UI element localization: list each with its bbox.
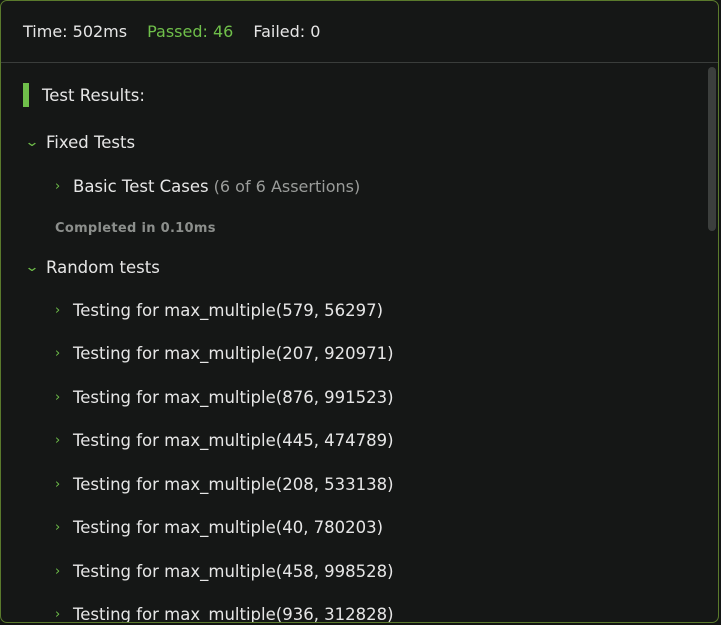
chevron-right-icon: › bbox=[55, 433, 61, 448]
chevron-right-icon: › bbox=[55, 346, 61, 361]
group-label: Fixed Tests bbox=[46, 133, 136, 152]
results-content: Test Results: ⌄ Fixed Tests › Basic Test… bbox=[1, 63, 702, 622]
chevron-down-icon: ⌄ bbox=[24, 135, 40, 150]
test-label: Testing for max_multiple(579, 56297) bbox=[73, 301, 384, 320]
test-basic-test-cases[interactable]: › Basic Test Cases (6 of 6 Assertions) bbox=[55, 177, 360, 196]
test-label: Testing for max_multiple(936, 312828) bbox=[73, 605, 394, 623]
test-label: Testing for max_multiple(207, 920971) bbox=[73, 344, 394, 363]
test-item[interactable]: › Testing for max_multiple(207, 920971) bbox=[55, 344, 394, 363]
chevron-right-icon: › bbox=[55, 179, 61, 194]
test-item[interactable]: › Testing for max_multiple(936, 312828) bbox=[55, 605, 394, 623]
test-item[interactable]: › Testing for max_multiple(458, 998528) bbox=[55, 562, 394, 581]
summary-bar: Time: 502ms Passed: 46 Failed: 0 bbox=[1, 1, 718, 63]
test-label: Basic Test Cases bbox=[73, 177, 209, 196]
failed-stat: Failed: 0 bbox=[253, 22, 321, 41]
assertion-count: (6 of 6 Assertions) bbox=[213, 177, 361, 196]
test-item[interactable]: › Testing for max_multiple(40, 780203) bbox=[55, 518, 383, 537]
passed-stat: Passed: 46 bbox=[147, 22, 234, 41]
chevron-right-icon: › bbox=[55, 564, 61, 579]
chevron-right-icon: › bbox=[55, 477, 61, 492]
group-label: Random tests bbox=[46, 258, 160, 277]
test-label: Testing for max_multiple(208, 533138) bbox=[73, 475, 394, 494]
test-item[interactable]: › Testing for max_multiple(208, 533138) bbox=[55, 475, 394, 494]
test-output-panel: Time: 502ms Passed: 46 Failed: 0 Test Re… bbox=[0, 0, 719, 623]
chevron-right-icon: › bbox=[55, 390, 61, 405]
chevron-right-icon: › bbox=[55, 520, 61, 535]
completed-time: Completed in 0.10ms bbox=[55, 221, 216, 236]
group-fixed-tests[interactable]: ⌄ Fixed Tests bbox=[24, 133, 136, 152]
results-heading: Test Results: bbox=[23, 83, 145, 107]
test-item[interactable]: › Testing for max_multiple(445, 474789) bbox=[55, 431, 394, 450]
test-label: Testing for max_multiple(876, 991523) bbox=[73, 388, 394, 407]
chevron-right-icon: › bbox=[55, 607, 61, 622]
chevron-right-icon: › bbox=[55, 303, 61, 318]
results-title: Test Results: bbox=[42, 85, 145, 105]
test-item[interactable]: › Testing for max_multiple(876, 991523) bbox=[55, 388, 394, 407]
scrollbar-thumb[interactable] bbox=[708, 67, 716, 231]
group-random-tests[interactable]: ⌄ Random tests bbox=[24, 258, 160, 277]
test-label: Testing for max_multiple(458, 998528) bbox=[73, 562, 394, 581]
test-item[interactable]: › Testing for max_multiple(579, 56297) bbox=[55, 301, 383, 320]
test-label: Testing for max_multiple(445, 474789) bbox=[73, 431, 394, 450]
time-stat: Time: 502ms bbox=[23, 22, 128, 41]
chevron-down-icon: ⌄ bbox=[24, 260, 40, 275]
results-accent-bar bbox=[23, 83, 29, 107]
test-label: Testing for max_multiple(40, 780203) bbox=[73, 518, 384, 537]
